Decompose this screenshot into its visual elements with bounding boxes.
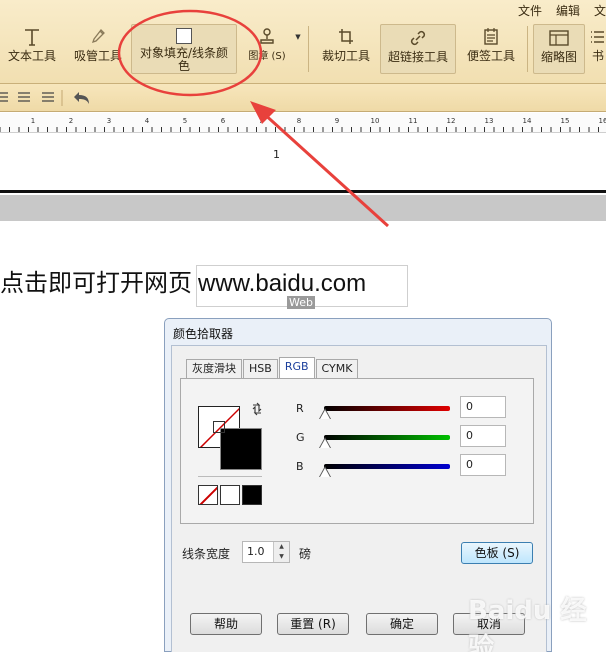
thumbnail-label: 缩略图 xyxy=(540,50,577,64)
green-value-input[interactable]: 0 xyxy=(460,425,506,447)
watermark: Baidu 经验 xyxy=(468,596,587,652)
dialog-title: 颜色拾取器 xyxy=(173,327,234,341)
crop-tool-label: 裁切工具 xyxy=(321,49,370,63)
crop-icon xyxy=(337,24,355,50)
black-swatch[interactable] xyxy=(242,485,262,505)
ruler-label: 4 xyxy=(145,117,150,125)
bookmark-button[interactable]: 书 xyxy=(590,24,606,74)
hyperlink-tool-button[interactable]: 超链接工具 xyxy=(380,24,456,74)
eyedropper-tool-label: 吸管工具 xyxy=(73,49,122,63)
text-tool-icon xyxy=(23,24,41,50)
red-value-input[interactable]: 0 xyxy=(460,396,506,418)
swap-colors-icon[interactable] xyxy=(250,402,264,416)
tab-hsb[interactable]: HSB xyxy=(243,359,278,378)
ruler-label: 14 xyxy=(523,117,532,125)
note-tool-button[interactable]: 便签工具 xyxy=(461,24,521,74)
main-toolbar: 文件 编辑 文 文本工具 吸管工具 对象填充/线条颜 色 图章 (S) ▼ 裁切… xyxy=(0,0,606,84)
green-channel-label: G xyxy=(296,431,305,444)
ruler-label: 9 xyxy=(335,117,339,125)
stamp-tool-button[interactable]: 图章 (S) xyxy=(244,24,290,74)
ruler-label: 1 xyxy=(31,117,35,125)
ruler-label: 5 xyxy=(183,117,187,125)
eyedropper-tool-button[interactable]: 吸管工具 xyxy=(70,24,126,74)
toolbar-separator-2 xyxy=(527,26,528,72)
color-mode-tabs: 灰度滑块 HSB RGB CYMK xyxy=(186,357,359,379)
hyperlink-tool-label: 超链接工具 xyxy=(387,50,448,64)
ruler-label: 10 xyxy=(371,117,380,125)
blue-slider[interactable] xyxy=(324,464,450,469)
menu-file[interactable]: 文件 xyxy=(518,2,542,18)
ruler-label: 2 xyxy=(69,117,73,125)
chevron-up-icon[interactable]: ▲ xyxy=(274,542,289,552)
ruler-label: 8 xyxy=(297,117,301,125)
menu-edit[interactable]: 编辑 xyxy=(556,2,580,18)
tab-cymk[interactable]: CYMK xyxy=(315,359,359,378)
ruler-label: 3 xyxy=(107,117,111,125)
chevron-down-icon[interactable]: ▼ xyxy=(274,552,289,562)
help-button[interactable]: 帮助 xyxy=(190,613,262,635)
ruler-label: 16 xyxy=(599,117,606,125)
red-slider[interactable] xyxy=(324,406,450,411)
blue-slider-thumb-fill xyxy=(320,468,330,477)
menu-more[interactable]: 文 xyxy=(594,2,606,18)
tab-rgb[interactable]: RGB xyxy=(278,357,315,378)
red-slider-thumb-fill xyxy=(320,410,330,419)
fill-color-icon xyxy=(176,25,192,47)
chevron-down-icon: ▼ xyxy=(295,32,301,41)
line-width-stepper[interactable]: ▲ ▼ xyxy=(273,542,289,562)
link-icon xyxy=(408,25,428,51)
menu-bar: 文件 编辑 文 xyxy=(518,2,606,18)
ruler-label: 13 xyxy=(485,117,494,125)
text-tool-button[interactable]: 文本工具 xyxy=(4,24,60,74)
tab-grayscale[interactable]: 灰度滑块 xyxy=(186,359,242,378)
page-number: 1 xyxy=(273,148,280,161)
ruler-label: 15 xyxy=(561,117,570,125)
page-bottom-edge xyxy=(0,190,606,193)
format-toolbar xyxy=(0,84,606,112)
thumbnail-icon xyxy=(548,25,570,51)
stamp-icon xyxy=(258,24,276,50)
align-icons[interactable] xyxy=(0,90,66,106)
thumbnail-button[interactable]: 缩略图 xyxy=(533,24,585,74)
ruler-label: 7 xyxy=(259,117,263,125)
palette-button[interactable]: 色板 (S) xyxy=(461,542,533,564)
blue-value-input[interactable]: 0 xyxy=(460,454,506,476)
fill-color-swatch[interactable] xyxy=(220,428,262,470)
text-tool-label: 文本工具 xyxy=(7,49,56,63)
note-icon xyxy=(482,24,500,50)
toolbar-separator xyxy=(308,26,309,72)
ruler-label: 6 xyxy=(221,117,226,125)
crop-tool-button[interactable]: 裁切工具 xyxy=(318,24,374,74)
blue-channel-label: B xyxy=(296,460,304,473)
stamp-dropdown[interactable]: ▼ xyxy=(292,24,304,74)
swatch-divider xyxy=(198,476,262,477)
hyperlink-text[interactable]: www.baidu.com xyxy=(198,267,366,301)
ruler-label: 11 xyxy=(409,117,418,125)
ok-button[interactable]: 确定 xyxy=(366,613,438,635)
fill-stroke-color-button[interactable]: 对象填充/线条颜 色 xyxy=(131,24,237,74)
fill-tool-label-line2: 色 xyxy=(177,59,190,73)
stamp-tool-label: 图章 (S) xyxy=(248,51,286,62)
list-icon xyxy=(590,24,606,50)
green-slider[interactable] xyxy=(324,435,450,440)
reset-button[interactable]: 重置 (R) xyxy=(277,613,349,635)
no-color-swatch[interactable] xyxy=(198,485,218,505)
red-channel-label: R xyxy=(296,402,304,415)
eyedropper-icon xyxy=(89,24,107,50)
swatch-inner-frame xyxy=(213,421,225,433)
green-slider-thumb-fill xyxy=(320,439,330,448)
bookmark-label: 书 xyxy=(591,49,604,63)
line-width-unit: 磅 xyxy=(299,547,312,561)
white-swatch[interactable] xyxy=(220,485,240,505)
ruler-ticks: 1234567891011121314151617 xyxy=(0,117,606,132)
page-main-text: 点击即可打开网页 xyxy=(0,269,192,297)
ruler-label: 12 xyxy=(447,117,456,125)
web-link-tag: Web xyxy=(287,296,315,309)
note-tool-label: 便签工具 xyxy=(466,49,515,63)
page-gap xyxy=(0,195,606,221)
undo-icon[interactable] xyxy=(72,89,92,107)
line-width-label: 线条宽度 xyxy=(182,547,231,561)
horizontal-ruler: 1234567891011121314151617 xyxy=(0,113,606,133)
